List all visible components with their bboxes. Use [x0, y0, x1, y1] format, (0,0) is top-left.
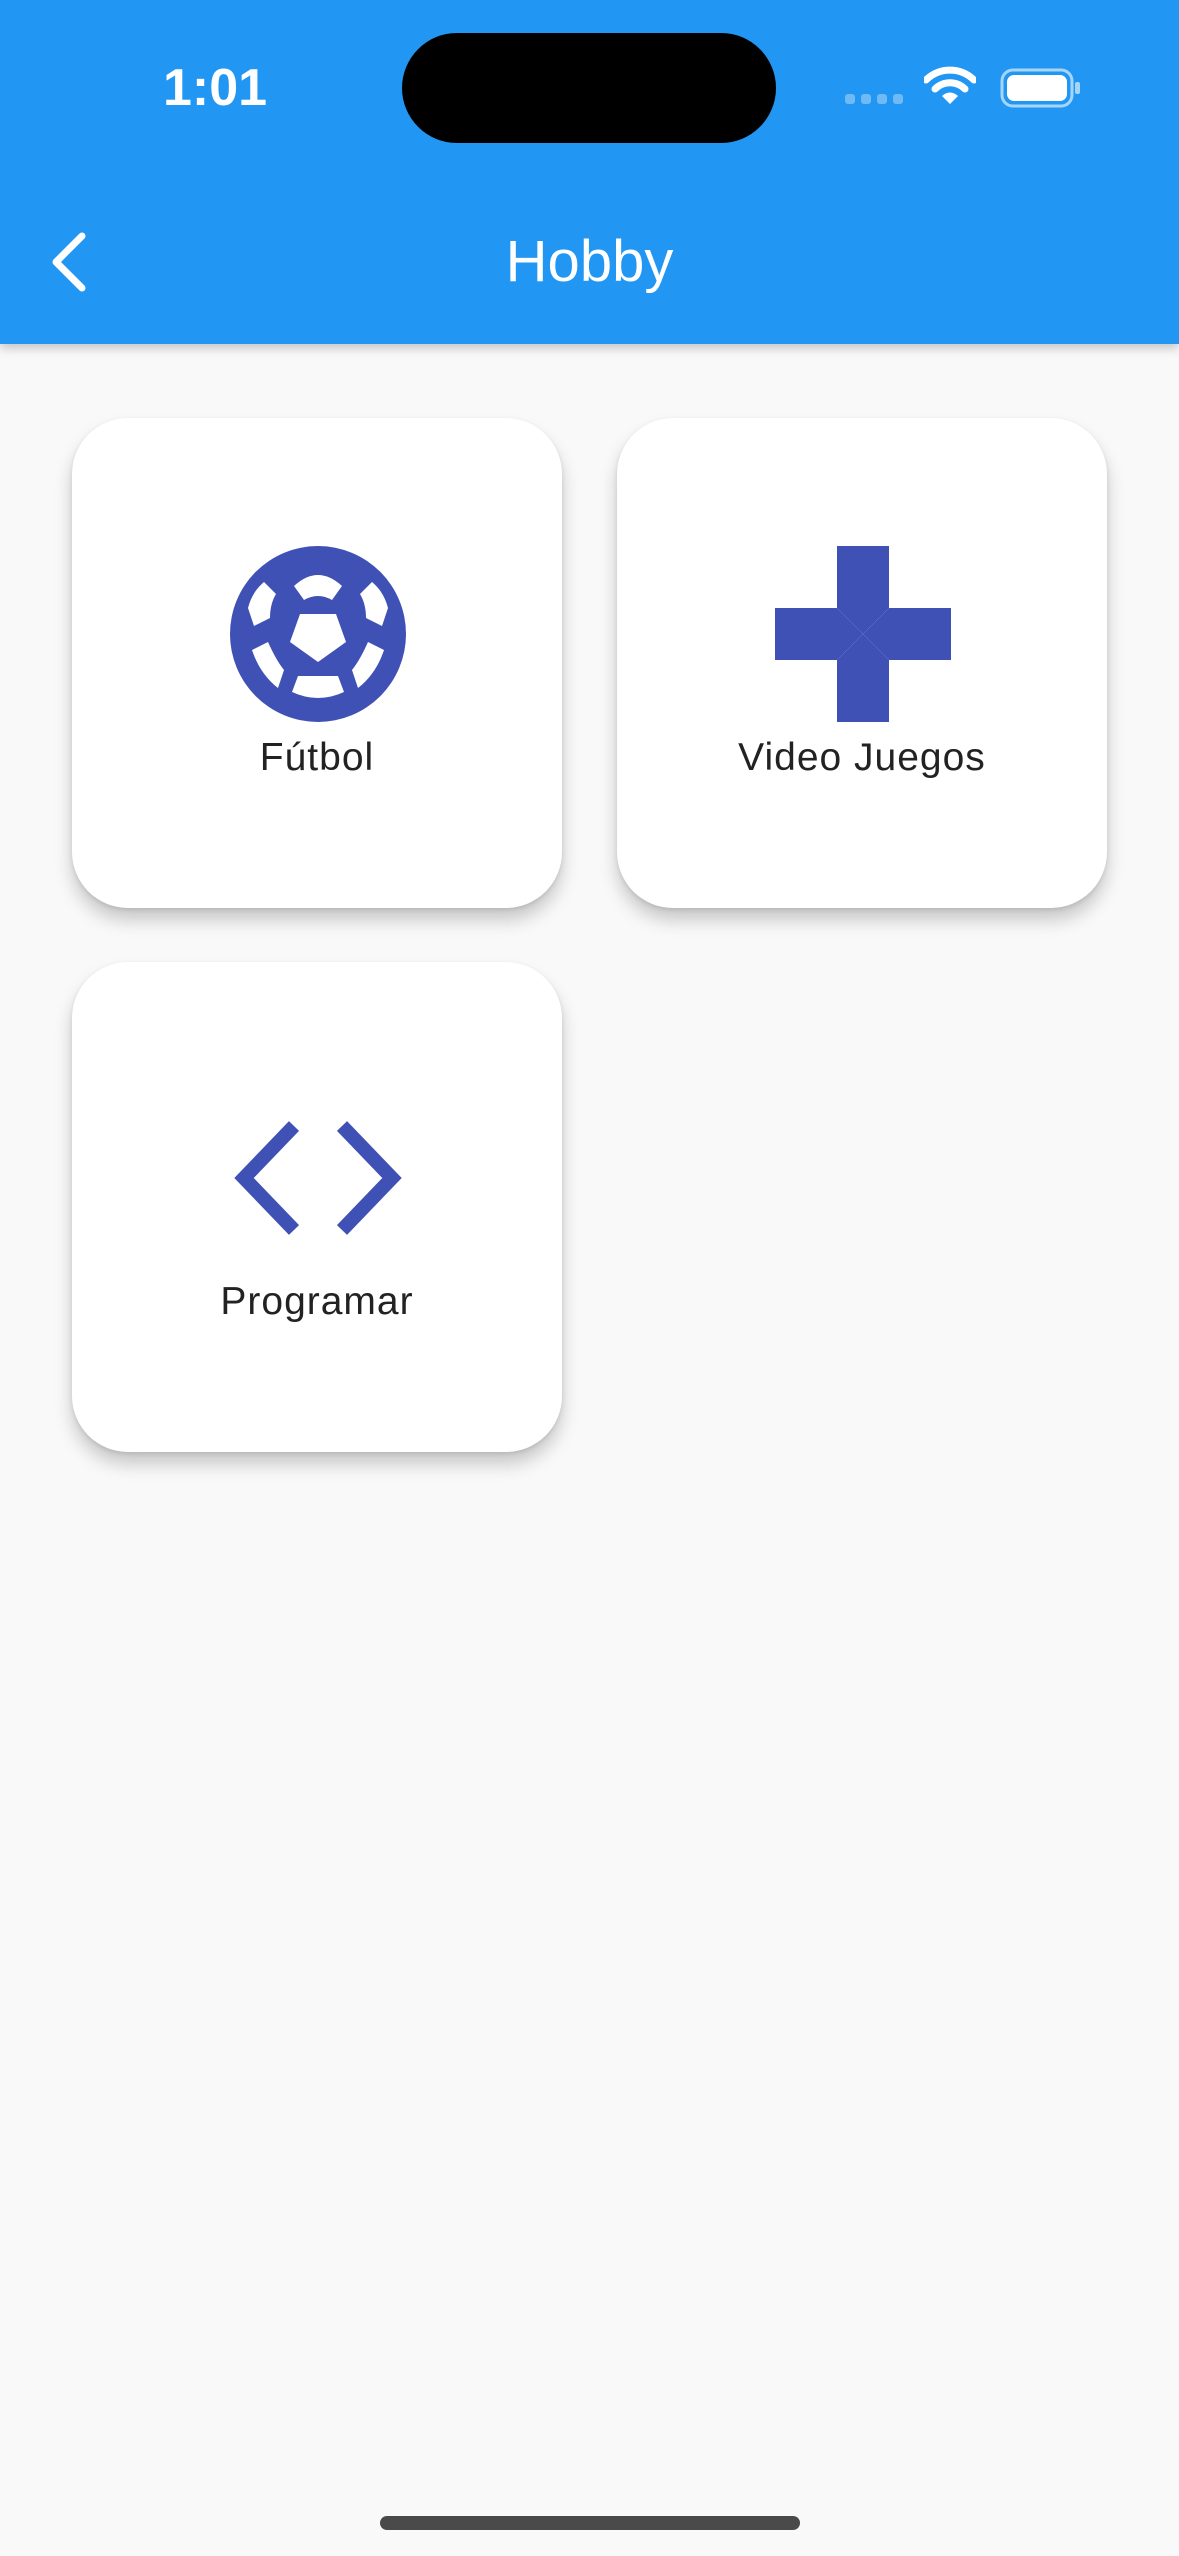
hobby-card-programar[interactable]: Programar: [72, 962, 562, 1452]
cellular-signal-icon: [845, 94, 903, 104]
hobby-card-video-juegos[interactable]: Video Juegos: [617, 418, 1107, 908]
hobby-card-futbol[interactable]: Fútbol: [72, 418, 562, 908]
gamepad-icon: [775, 546, 951, 722]
soccer-ball-icon: [230, 546, 406, 722]
code-icon: [234, 1121, 402, 1235]
home-indicator[interactable]: [380, 2516, 800, 2530]
dynamic-island: [402, 33, 776, 143]
hobby-label: Fútbol: [259, 736, 375, 779]
back-button[interactable]: [30, 222, 110, 302]
chevron-left-icon: [52, 232, 86, 292]
app-bar: 1:01 Hobby: [0, 0, 1179, 344]
page-title: Hobby: [505, 229, 674, 294]
hobby-label: Video Juegos: [738, 736, 986, 779]
status-time: 1:01: [162, 59, 268, 117]
battery-icon: [1000, 68, 1080, 108]
hobby-label: Programar: [220, 1280, 414, 1323]
wifi-icon: [924, 66, 976, 104]
